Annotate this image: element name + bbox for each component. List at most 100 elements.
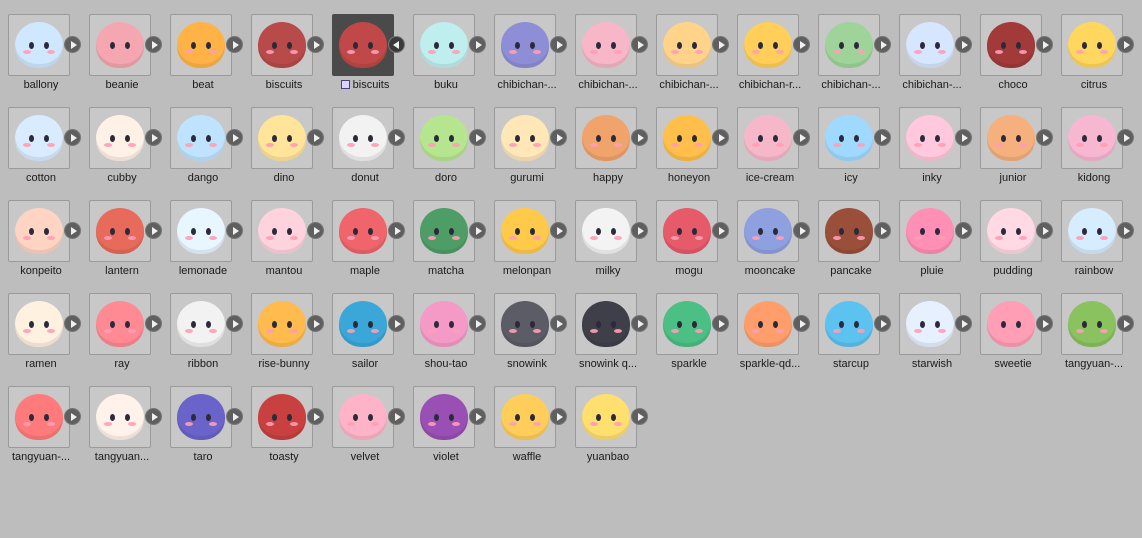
expand-arrow-icon[interactable] bbox=[631, 129, 648, 146]
asset-item[interactable]: snowink bbox=[488, 279, 569, 372]
asset-item[interactable]: starcup bbox=[812, 279, 893, 372]
expand-arrow-icon[interactable] bbox=[226, 129, 243, 146]
asset-item[interactable]: ray bbox=[83, 279, 164, 372]
expand-arrow-icon[interactable] bbox=[145, 408, 162, 425]
asset-thumbnail[interactable] bbox=[737, 293, 799, 355]
asset-item[interactable]: choco bbox=[974, 0, 1055, 93]
asset-item[interactable]: pudding bbox=[974, 186, 1055, 279]
expand-arrow-icon[interactable] bbox=[1117, 315, 1134, 332]
asset-thumbnail[interactable] bbox=[575, 293, 637, 355]
asset-item[interactable]: toasty bbox=[245, 372, 326, 465]
asset-thumbnail[interactable] bbox=[251, 293, 313, 355]
asset-thumbnail[interactable] bbox=[8, 14, 70, 76]
expand-arrow-icon[interactable] bbox=[874, 36, 891, 53]
expand-arrow-icon[interactable] bbox=[145, 36, 162, 53]
expand-arrow-icon[interactable] bbox=[64, 315, 81, 332]
expand-arrow-icon[interactable] bbox=[145, 315, 162, 332]
asset-item[interactable]: happy bbox=[569, 93, 650, 186]
asset-thumbnail[interactable] bbox=[170, 107, 232, 169]
asset-item[interactable]: shou-tao bbox=[407, 279, 488, 372]
expand-arrow-icon[interactable] bbox=[145, 222, 162, 239]
asset-item[interactable]: lemonade bbox=[164, 186, 245, 279]
expand-arrow-icon[interactable] bbox=[469, 36, 486, 53]
asset-item[interactable]: melonpan bbox=[488, 186, 569, 279]
asset-item[interactable]: lantern bbox=[83, 186, 164, 279]
asset-item[interactable]: honeyon bbox=[650, 93, 731, 186]
expand-arrow-icon[interactable] bbox=[388, 222, 405, 239]
asset-item[interactable]: ballony bbox=[2, 0, 83, 93]
asset-item[interactable]: yuanbao bbox=[569, 372, 650, 465]
expand-arrow-icon[interactable] bbox=[145, 129, 162, 146]
asset-thumbnail[interactable] bbox=[89, 386, 151, 448]
asset-item[interactable]: rise-bunny bbox=[245, 279, 326, 372]
asset-item[interactable]: dino bbox=[245, 93, 326, 186]
asset-thumbnail[interactable] bbox=[1061, 107, 1123, 169]
asset-item[interactable]: mooncake bbox=[731, 186, 812, 279]
asset-item[interactable]: icy bbox=[812, 93, 893, 186]
asset-thumbnail[interactable] bbox=[89, 293, 151, 355]
asset-thumbnail[interactable] bbox=[1061, 200, 1123, 262]
asset-item[interactable]: ramen bbox=[2, 279, 83, 372]
asset-thumbnail[interactable] bbox=[89, 14, 151, 76]
asset-item[interactable]: konpeito bbox=[2, 186, 83, 279]
expand-arrow-icon[interactable] bbox=[955, 315, 972, 332]
asset-thumbnail[interactable] bbox=[89, 107, 151, 169]
expand-arrow-icon[interactable] bbox=[469, 315, 486, 332]
asset-item[interactable]: chibichan-... bbox=[488, 0, 569, 93]
asset-item[interactable]: biscuits bbox=[245, 0, 326, 93]
asset-thumbnail[interactable] bbox=[8, 386, 70, 448]
asset-thumbnail[interactable] bbox=[332, 14, 394, 76]
asset-thumbnail[interactable] bbox=[8, 107, 70, 169]
asset-thumbnail[interactable] bbox=[899, 14, 961, 76]
asset-item[interactable]: maple bbox=[326, 186, 407, 279]
asset-thumbnail[interactable] bbox=[170, 386, 232, 448]
asset-item[interactable]: ice-cream bbox=[731, 93, 812, 186]
expand-arrow-icon[interactable] bbox=[712, 222, 729, 239]
asset-thumbnail[interactable] bbox=[575, 386, 637, 448]
asset-item[interactable]: dango bbox=[164, 93, 245, 186]
asset-item[interactable]: violet bbox=[407, 372, 488, 465]
asset-thumbnail[interactable] bbox=[737, 107, 799, 169]
asset-thumbnail[interactable] bbox=[494, 386, 556, 448]
expand-arrow-icon[interactable] bbox=[955, 222, 972, 239]
expand-arrow-icon[interactable] bbox=[631, 408, 648, 425]
asset-item[interactable]: chibichan-... bbox=[650, 0, 731, 93]
asset-thumbnail[interactable] bbox=[494, 107, 556, 169]
asset-item[interactable]: chibichan-... bbox=[569, 0, 650, 93]
expand-arrow-icon[interactable] bbox=[793, 36, 810, 53]
asset-item[interactable]: chibichan-... bbox=[893, 0, 974, 93]
asset-item[interactable]: cubby bbox=[83, 93, 164, 186]
asset-thumbnail[interactable] bbox=[899, 293, 961, 355]
asset-thumbnail[interactable] bbox=[413, 200, 475, 262]
expand-arrow-icon[interactable] bbox=[1117, 222, 1134, 239]
asset-thumbnail[interactable] bbox=[818, 293, 880, 355]
asset-item[interactable]: snowink q... bbox=[569, 279, 650, 372]
asset-item[interactable]: milky bbox=[569, 186, 650, 279]
expand-arrow-icon[interactable] bbox=[1117, 129, 1134, 146]
asset-item[interactable]: sweetie bbox=[974, 279, 1055, 372]
expand-arrow-icon[interactable] bbox=[550, 36, 567, 53]
expand-arrow-icon[interactable] bbox=[1036, 222, 1053, 239]
asset-item[interactable]: matcha bbox=[407, 186, 488, 279]
asset-thumbnail[interactable] bbox=[332, 107, 394, 169]
expand-arrow-icon[interactable] bbox=[469, 408, 486, 425]
asset-item[interactable]: ribbon bbox=[164, 279, 245, 372]
expand-arrow-icon[interactable] bbox=[1117, 36, 1134, 53]
asset-item[interactable]: inky bbox=[893, 93, 974, 186]
asset-item[interactable]: tangyuan... bbox=[83, 372, 164, 465]
asset-thumbnail[interactable] bbox=[8, 200, 70, 262]
expand-arrow-icon[interactable] bbox=[226, 222, 243, 239]
asset-item[interactable]: waffle bbox=[488, 372, 569, 465]
asset-thumbnail[interactable] bbox=[737, 200, 799, 262]
expand-arrow-icon[interactable] bbox=[388, 129, 405, 146]
expand-arrow-icon[interactable] bbox=[793, 315, 810, 332]
asset-thumbnail[interactable] bbox=[494, 293, 556, 355]
asset-item[interactable]: sailor bbox=[326, 279, 407, 372]
asset-item[interactable]: biscuits bbox=[326, 0, 407, 93]
asset-thumbnail[interactable] bbox=[899, 200, 961, 262]
expand-arrow-icon[interactable] bbox=[64, 129, 81, 146]
asset-thumbnail[interactable] bbox=[656, 200, 718, 262]
asset-item[interactable]: cotton bbox=[2, 93, 83, 186]
asset-item[interactable]: beat bbox=[164, 0, 245, 93]
asset-thumbnail[interactable] bbox=[899, 107, 961, 169]
